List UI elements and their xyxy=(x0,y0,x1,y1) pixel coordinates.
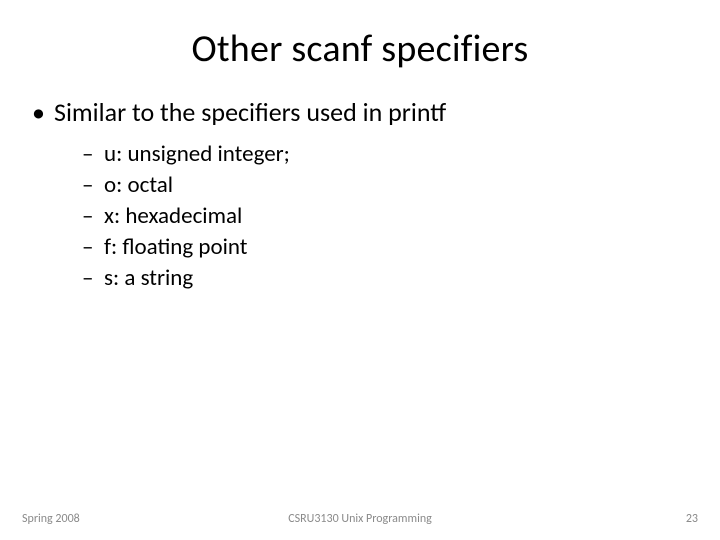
list-item-text: x: hexadecimal xyxy=(104,201,242,232)
slide-title: Other scanf specifiers xyxy=(0,0,720,72)
list-item: – f: floating point xyxy=(82,232,692,263)
dash-icon: – xyxy=(82,139,104,170)
footer-center: CSRU3130 Unix Programming xyxy=(0,512,720,526)
list-item: – s: a string xyxy=(82,263,692,294)
list-item: – x: hexadecimal xyxy=(82,201,692,232)
list-item-text: u: unsigned integer; xyxy=(104,139,290,170)
list-item-text: o: octal xyxy=(104,170,173,201)
list-item: – o: octal xyxy=(82,170,692,201)
slide-body: • Similar to the specifiers used in prin… xyxy=(0,72,720,294)
sub-list: – u: unsigned integer; – o: octal – x: h… xyxy=(28,129,692,294)
bullet-dot-icon: • xyxy=(28,96,54,129)
list-item-text: s: a string xyxy=(104,263,193,294)
dash-icon: – xyxy=(82,170,104,201)
dash-icon: – xyxy=(82,263,104,294)
list-item-text: f: floating point xyxy=(104,232,247,263)
bullet-level1: • Similar to the specifiers used in prin… xyxy=(28,96,692,129)
dash-icon: – xyxy=(82,201,104,232)
dash-icon: – xyxy=(82,232,104,263)
list-item: – u: unsigned integer; xyxy=(82,139,692,170)
slide-footer: Spring 2008 CSRU3130 Unix Programming 23 xyxy=(0,512,720,526)
bullet-text: Similar to the specifiers used in printf xyxy=(54,96,446,129)
